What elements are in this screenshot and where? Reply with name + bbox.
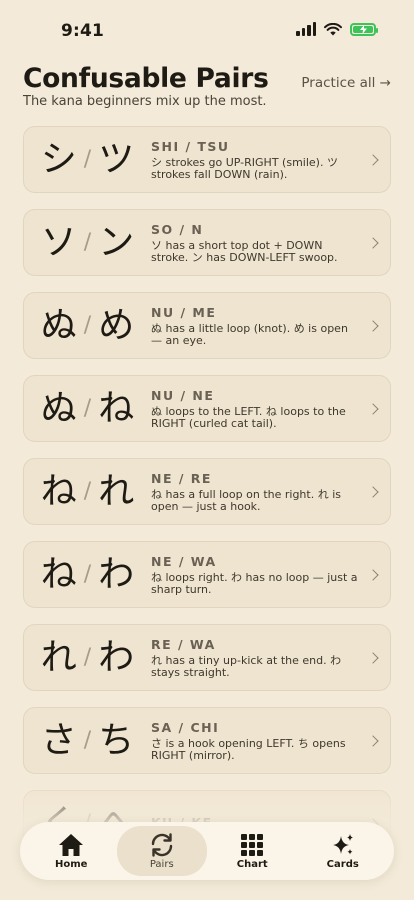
kana-pair: ぬ / ね [24, 387, 151, 429]
kana-a: シ [40, 138, 77, 180]
sparkles-icon [332, 833, 353, 854]
pair-romaji: NE / RE [151, 471, 212, 486]
pair-info: RE / WA れ has a tiny up-kick at the end. … [151, 637, 390, 678]
page-subtitle: The kana beginners mix up the most. [23, 94, 267, 109]
pair-romaji: SHI / TSU [151, 139, 230, 154]
kana-b: ち [98, 719, 135, 761]
pair-card[interactable]: ぬ / め NU / ME ぬ has a little loop (knot). め … [23, 292, 391, 359]
tab-home-label: Home [55, 858, 88, 870]
pair-card[interactable]: ね / れ NE / RE ね has a full loop on the right… [23, 458, 391, 525]
pair-info: NE / WA ね loops right. わ has no loop — ju… [151, 554, 390, 595]
kana-b: わ [98, 553, 135, 595]
kana-b: ツ [98, 138, 135, 180]
kana-b: れ [98, 470, 135, 512]
pair-description: れ has a tiny up-kick at the end. わ stays… [151, 654, 342, 679]
kana-a: さ [40, 719, 77, 761]
status-bar: 9:41 [0, 0, 414, 60]
status-icons [296, 22, 378, 36]
tab-cards[interactable]: Cards [298, 826, 389, 876]
cellular-signal-icon [296, 22, 316, 36]
pair-romaji: SA / CHI [151, 720, 220, 735]
pair-description: さ is a hook opening LEFT. ち opens RIGHT … [151, 737, 346, 762]
pair-romaji: NU / NE [151, 388, 215, 403]
tab-home[interactable]: Home [26, 826, 117, 876]
pair-info: SHI / TSU シ strokes go UP-RIGHT (smile). … [151, 139, 390, 180]
kana-pair: シ / ツ [24, 138, 151, 180]
pair-description: ソ has a short top dot + DOWN stroke. ン h… [151, 239, 338, 264]
pair-card[interactable]: さ / ち SA / CHI さ is a hook opening LEFT. ち o… [23, 707, 391, 774]
pair-romaji: SO / N [151, 222, 204, 237]
pair-card[interactable]: ね / わ NE / WA ね loops right. わ has no loop —… [23, 541, 391, 608]
pair-info: NE / RE ね has a full loop on the right. れ… [151, 471, 390, 512]
wifi-icon [324, 22, 342, 35]
pair-romaji: NU / ME [151, 305, 217, 320]
kana-a: ぬ [40, 304, 77, 346]
kana-a: れ [40, 636, 77, 678]
pair-card[interactable]: れ / わ RE / WA れ has a tiny up-kick at the en… [23, 624, 391, 691]
kana-a: ソ [40, 221, 77, 263]
pair-description: ね loops right. わ has no loop — just a sh… [151, 571, 358, 596]
kana-a: ね [40, 553, 77, 595]
tab-pairs[interactable]: Pairs [116, 826, 207, 876]
battery-icon [350, 22, 378, 36]
charging-bolt-icon [359, 24, 367, 34]
kana-pair: さ / ち [24, 719, 151, 761]
practice-all-link[interactable]: Practice all → [301, 75, 391, 91]
pair-romaji: NE / WA [151, 554, 217, 569]
kana-pair: ね / れ [24, 470, 151, 512]
page-header: Confusable Pairs The kana beginners mix … [23, 62, 393, 109]
pair-romaji: RE / WA [151, 637, 216, 652]
tab-pairs-label: Pairs [149, 858, 174, 870]
pair-info: SO / N ソ has a short top dot + DOWN strok… [151, 222, 390, 263]
pair-description: ね has a full loop on the right. れ is ope… [151, 488, 341, 513]
kana-b: ン [98, 221, 135, 263]
pair-divider: / [83, 396, 92, 421]
pair-card[interactable]: ソ / ン SO / Nソ has a short top dot + DOWN st… [23, 209, 391, 276]
kana-a: ね [40, 470, 77, 512]
pair-divider: / [83, 562, 92, 587]
pair-divider: / [83, 147, 92, 172]
kana-b: わ [98, 636, 135, 678]
kana-b: め [98, 304, 135, 346]
status-time: 9:41 [61, 21, 105, 41]
pair-divider: / [83, 479, 92, 504]
tab-bar: Home Pairs Chart Cards [20, 822, 394, 880]
pair-divider: / [83, 645, 92, 670]
kana-pair: ぬ / め [24, 304, 151, 346]
pair-description: ぬ has a little loop (knot). め is open — … [151, 322, 348, 347]
kana-pair: れ / わ [24, 636, 151, 678]
kana-pair: ソ / ン [24, 221, 151, 263]
pair-info: SA / CHI さ is a hook opening LEFT. ち open… [151, 720, 390, 761]
pair-divider: / [83, 728, 92, 753]
kana-b: ね [98, 387, 135, 429]
pair-description: ぬ loops to the LEFT. ね loops to the RIGH… [151, 405, 346, 430]
tab-cards-label: Cards [326, 858, 359, 870]
pair-card[interactable]: シ / ツ SHI / TSU シ strokes go UP-RIGHT (smile… [23, 126, 391, 193]
kana-a: ぬ [40, 387, 77, 429]
pair-card[interactable]: ぬ / ね NU / NE ぬ loops to the LEFT. ね loops t… [23, 375, 391, 442]
kana-pair: ね / わ [24, 553, 151, 595]
pair-divider: / [83, 230, 92, 255]
home-icon [59, 833, 84, 856]
pair-divider: / [83, 313, 92, 338]
tab-chart[interactable]: Chart [207, 826, 298, 876]
pair-info: NU / NE ぬ loops to the LEFT. ね loops to t… [151, 388, 390, 429]
grid-icon [241, 833, 264, 856]
pair-description: シ strokes go UP-RIGHT (smile). ツ strokes… [151, 156, 338, 181]
swap-cycle-icon [151, 832, 172, 857]
pair-info: NU / ME ぬ has a little loop (knot). め is … [151, 305, 390, 346]
tab-chart-label: Chart [236, 858, 268, 870]
